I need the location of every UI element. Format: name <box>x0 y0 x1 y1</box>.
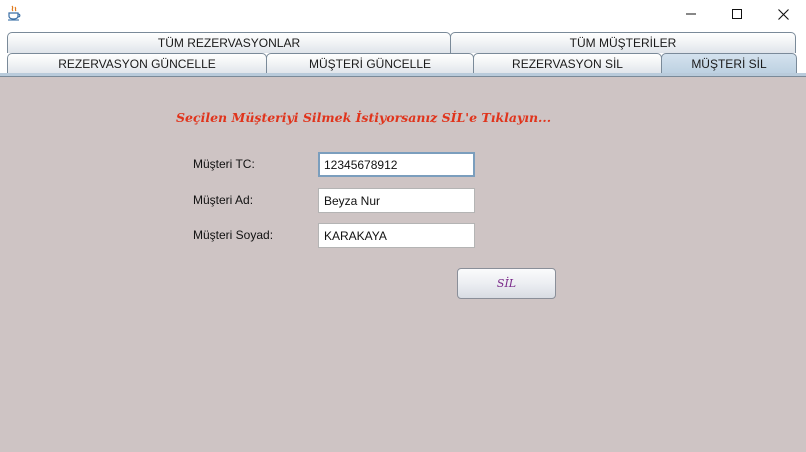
tab-label: TÜM REZERVASYONLAR <box>157 36 301 50</box>
musteri-ad-field[interactable] <box>318 188 475 213</box>
tab-panel-musteri-sil <box>0 77 806 452</box>
java-coffee-cup-icon <box>7 5 21 21</box>
tab-label: MÜŞTERİ SİL <box>691 57 767 71</box>
minimize-icon <box>686 9 696 19</box>
tab-rezervasyon-sil[interactable]: REZERVASYON SİL <box>473 53 662 74</box>
minimize-button[interactable] <box>668 0 714 28</box>
sil-button-label: SİL <box>496 277 517 290</box>
title-bar <box>0 0 806 28</box>
musteri-soyad-label: Müşteri Soyad: <box>193 228 274 242</box>
close-button[interactable] <box>760 0 806 28</box>
tab-label: MÜŞTERİ GÜNCELLE <box>308 57 432 71</box>
instruction-heading: Seçilen Müşteriyi Silmek İstiyorsanız Sİ… <box>176 110 552 125</box>
tab-label: REZERVASYON SİL <box>512 57 623 71</box>
tab-tum-rezervasyonlar[interactable]: TÜM REZERVASYONLAR <box>7 32 451 53</box>
maximize-icon <box>732 9 742 19</box>
musteri-tc-label: Müşteri TC: <box>193 157 255 171</box>
musteri-soyad-field[interactable] <box>318 223 475 248</box>
tab-musteri-sil[interactable]: MÜŞTERİ SİL <box>661 53 797 74</box>
tab-label: TÜM MÜŞTERİLER <box>569 36 677 50</box>
maximize-button[interactable] <box>714 0 760 28</box>
musteri-ad-label: Müşteri Ad: <box>193 193 254 207</box>
tab-label: REZERVASYON GÜNCELLE <box>58 57 216 71</box>
close-icon <box>777 8 789 20</box>
tab-rezervasyon-guncelle[interactable]: REZERVASYON GÜNCELLE <box>7 53 267 74</box>
musteri-tc-field[interactable] <box>318 152 475 177</box>
sil-button[interactable]: SİL <box>457 268 556 299</box>
tab-tum-musteriler[interactable]: TÜM MÜŞTERİLER <box>450 32 796 53</box>
tab-musteri-guncelle[interactable]: MÜŞTERİ GÜNCELLE <box>266 53 474 74</box>
tab-strip: TÜM REZERVASYONLAR TÜM MÜŞTERİLER REZERV… <box>0 28 806 78</box>
